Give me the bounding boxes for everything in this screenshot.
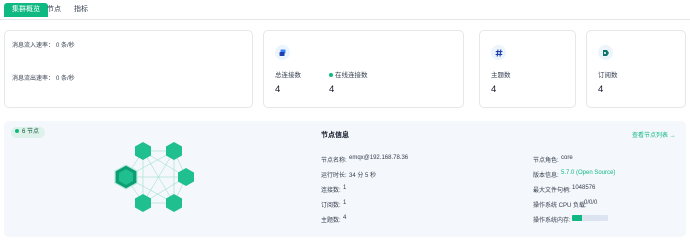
- cluster-node-hexagon[interactable]: [178, 168, 194, 186]
- topics-label: 主题数: [491, 72, 511, 79]
- uptime-label: 运行时长:: [321, 173, 347, 179]
- cluster-topology-graph: [114, 142, 194, 212]
- node-role-label: 节点角色:: [533, 158, 559, 164]
- cluster-node-hexagon[interactable]: [166, 142, 182, 160]
- node-count-text: 6 节点: [22, 129, 40, 135]
- os-memory-progress-bar: [572, 215, 608, 221]
- online-connections-value: 4: [329, 84, 335, 95]
- node-info-title: 节点信息: [321, 132, 349, 139]
- node-name-label: 节点名称:: [321, 158, 347, 164]
- inbound-rate-value: 0 条/秒: [56, 43, 75, 49]
- version-label: 版本信息:: [533, 173, 559, 179]
- node-role-value: core: [561, 155, 573, 161]
- tab-nodes[interactable]: 节点: [47, 0, 61, 20]
- total-connections-label: 总连接数: [275, 72, 301, 79]
- tab-bar: 集群概览 节点 指标: [0, 0, 690, 20]
- cluster-node-hexagon[interactable]: [135, 194, 151, 212]
- outbound-rate-value: 0 条/秒: [56, 76, 75, 82]
- online-status-dot: [329, 73, 333, 78]
- node-connections-value: 1: [343, 185, 347, 191]
- subscriptions-label: 订阅数: [598, 72, 618, 79]
- connections-icon: [275, 45, 290, 60]
- os-cpu-load-value: 0/0/0: [584, 200, 598, 206]
- tab-metrics[interactable]: 指标: [74, 0, 88, 20]
- cluster-node-hexagon[interactable]: [166, 194, 182, 212]
- max-file-handles-value: 1048576: [572, 185, 596, 191]
- max-file-handles-label: 最大文件句柄:: [533, 188, 571, 194]
- node-connections-label: 连接数:: [321, 188, 341, 194]
- view-node-list-link[interactable]: 查看节点列表 →: [632, 130, 676, 139]
- node-count-badge: 6 节点: [11, 127, 46, 138]
- node-topics-label: 主题数:: [321, 218, 341, 224]
- inbound-rate-label: 消息流入速率：: [12, 43, 55, 49]
- subscriptions-value: 4: [598, 84, 604, 95]
- node-name-value: emqx@192.168.78.36: [349, 155, 409, 161]
- node-topics-value: 4: [343, 215, 347, 221]
- topics-value: 4: [491, 84, 497, 95]
- os-memory-label: 操作系统内存:: [533, 218, 571, 224]
- version-value: 5.7.0 (Open Source): [561, 170, 616, 176]
- total-connections-value: 4: [275, 84, 281, 95]
- os-cpu-load-label: 操作系统 CPU 负载:: [533, 203, 587, 209]
- online-connections-text: 在线连接数: [335, 72, 368, 79]
- hash-icon: [491, 45, 506, 60]
- outbound-rate-label: 消息流出速率：: [12, 76, 55, 82]
- cluster-node-hexagon[interactable]: [135, 142, 151, 160]
- uptime-value: 34 分 5 秒: [349, 173, 377, 179]
- subscribe-icon: [598, 45, 613, 60]
- node-count-dot: [15, 129, 19, 134]
- os-memory-progress-fill: [572, 215, 583, 221]
- node-subscriptions-value: 1: [343, 200, 347, 206]
- tab-cluster-overview[interactable]: 集群概览: [4, 3, 48, 17]
- online-connections-label: 在线连接数: [329, 69, 368, 79]
- node-subscriptions-label: 订阅数:: [321, 203, 341, 209]
